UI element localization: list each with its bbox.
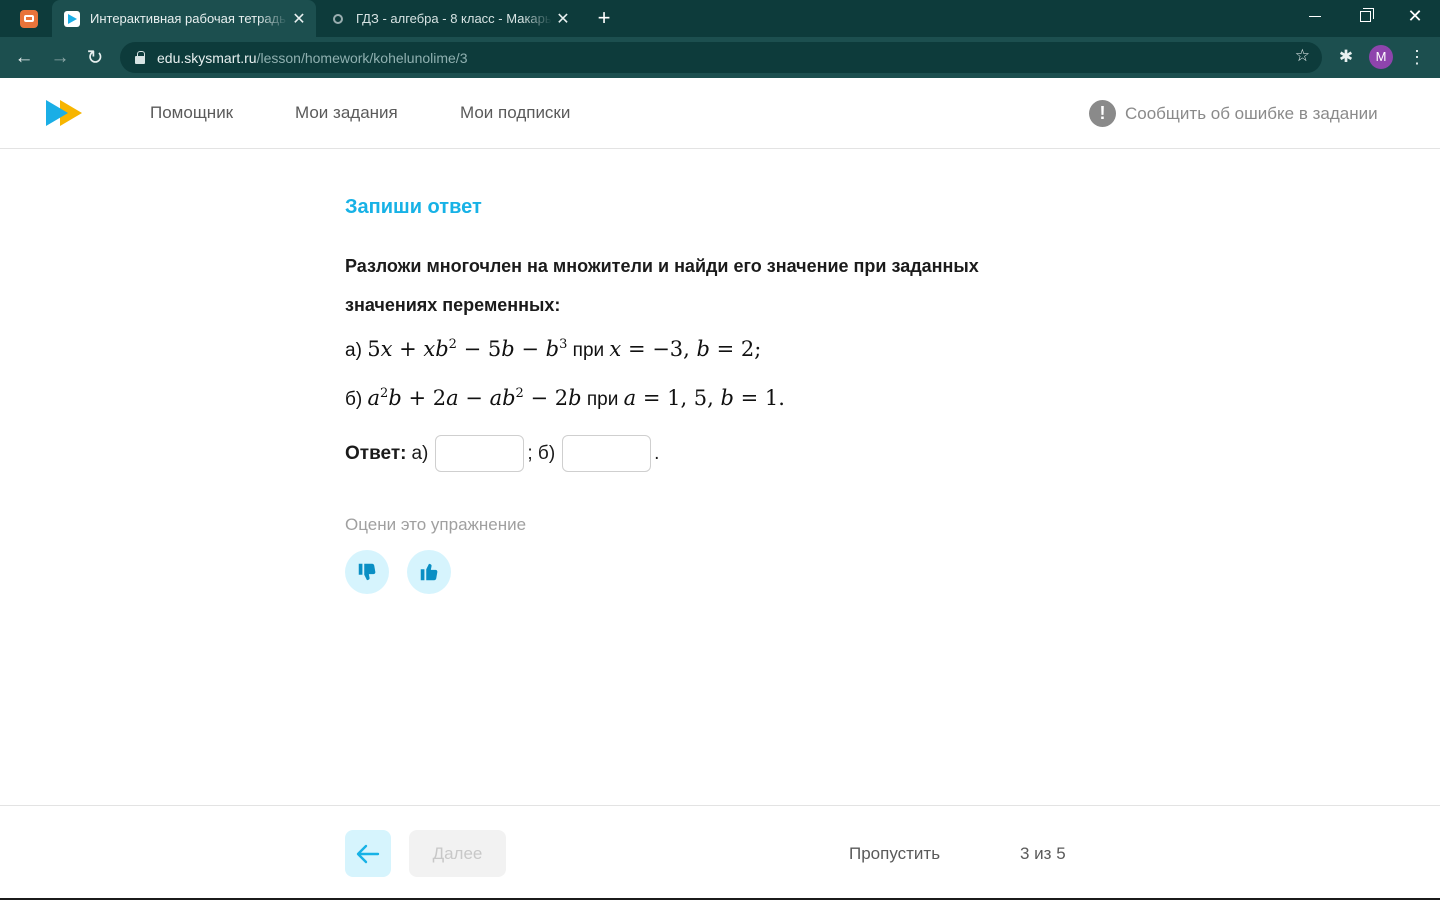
- tab-title: ГДЗ - алгебра - 8 класс - Макарычев: [356, 11, 552, 26]
- answer-a-input[interactable]: [435, 435, 525, 472]
- report-error-link[interactable]: ! Сообщить об ошибке в задании: [1089, 100, 1378, 127]
- task-item-a: а) 5x + xb2 − 5b − b3 при x = −3, b = 2;: [345, 337, 762, 361]
- progress-counter: 3 из 5: [1020, 844, 1066, 863]
- arrow-left-icon: [356, 844, 380, 863]
- restore-button[interactable]: [1342, 0, 1388, 32]
- thumbs-down-icon: [358, 563, 376, 581]
- skip-button[interactable]: Пропустить: [849, 844, 940, 864]
- site-header: Помощник Мои задания Мои подписки ! Сооб…: [0, 78, 1440, 149]
- report-error-label: Сообщить об ошибке в задании: [1125, 103, 1378, 123]
- answer-b-label: ; б): [527, 442, 556, 464]
- tab-title: Интерактивная рабочая тетрадь: [90, 11, 286, 26]
- thumbs-down-button[interactable]: [345, 550, 389, 594]
- browser-menu-icon[interactable]: ⋮: [1407, 45, 1427, 69]
- browser-tabbar: Интерактивная рабочая тетрадь ✕ ГДЗ - ал…: [0, 0, 1440, 37]
- rate-label: Оцени это упражнение: [345, 515, 527, 534]
- tab-gdz[interactable]: ГДЗ - алгебра - 8 класс - Макарычев ✕: [318, 0, 580, 37]
- next-button[interactable]: Далее: [409, 830, 506, 877]
- lock-icon: [135, 50, 145, 64]
- url-text: edu.skysmart.ru/lesson/homework/koheluno…: [157, 49, 468, 66]
- thumbs-up-icon: [420, 563, 438, 581]
- browser-toolbar: ← → ↻ edu.skysmart.ru/lesson/homework/ko…: [0, 37, 1440, 78]
- task-item-b: б) a2b + 2a − ab2 − 2b при a = 1, 5, b =…: [345, 386, 785, 410]
- bookmark-star-icon[interactable]: ☆: [1295, 46, 1310, 66]
- nav-my-subscriptions[interactable]: Мои подписки: [460, 103, 570, 123]
- nav-my-tasks[interactable]: Мои задания: [295, 103, 398, 123]
- minimize-icon: [1309, 15, 1321, 17]
- reload-icon[interactable]: ↻: [82, 45, 108, 71]
- answer-b-input[interactable]: [562, 435, 652, 472]
- window-close-button[interactable]: ✕: [1392, 0, 1438, 32]
- briefcase-icon: [20, 9, 38, 28]
- answer-end: .: [654, 442, 660, 464]
- answer-a-label: а): [411, 442, 429, 464]
- answer-row: Ответ: а) ; б) .: [345, 435, 659, 472]
- pinned-tab[interactable]: [10, 6, 48, 31]
- exclamation-icon: !: [1089, 100, 1116, 127]
- minimize-button[interactable]: [1292, 0, 1338, 32]
- restore-icon: [1359, 7, 1374, 22]
- answer-label: Ответ:: [345, 442, 407, 464]
- close-icon[interactable]: ✕: [552, 9, 574, 29]
- address-bar[interactable]: edu.skysmart.ru/lesson/homework/koheluno…: [120, 42, 1322, 73]
- back-arrow-icon[interactable]: ←: [11, 45, 37, 71]
- tab-workbook[interactable]: Интерактивная рабочая тетрадь ✕: [52, 0, 316, 37]
- nav-assistant[interactable]: Помощник: [150, 103, 233, 123]
- loading-icon: [330, 11, 346, 27]
- new-tab-button[interactable]: +: [592, 6, 616, 30]
- prev-button[interactable]: [345, 830, 391, 877]
- task-footer: Далее Пропустить 3 из 5: [0, 805, 1440, 898]
- skysmart-favicon-icon: [64, 10, 80, 27]
- forward-arrow-icon[interactable]: →: [47, 45, 73, 71]
- profile-avatar[interactable]: M: [1369, 45, 1393, 69]
- thumbs-up-button[interactable]: [407, 550, 451, 594]
- skysmart-logo[interactable]: [46, 100, 82, 126]
- extensions-puzzle-icon[interactable]: ✱: [1335, 46, 1357, 68]
- close-icon[interactable]: ✕: [288, 9, 310, 29]
- task-type-label: Запиши ответ: [345, 196, 482, 218]
- task-prompt: Разложи многочлен на множители и найди е…: [345, 256, 979, 315]
